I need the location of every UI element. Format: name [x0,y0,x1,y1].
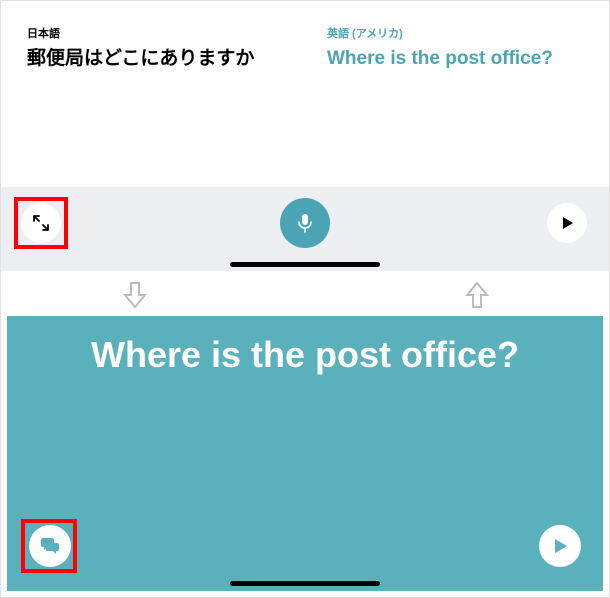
highlight-conversation-button [21,519,77,573]
play-icon [559,215,575,231]
highlight-expand-button [14,197,68,249]
arrow-down-icon [123,281,147,309]
home-indicator[interactable] [230,581,380,586]
microphone-icon [294,212,316,234]
translation-panels: 日本語 郵便局はどこにありますか 英語 (アメリカ) Where is the … [1,1,609,187]
play-icon [551,537,569,555]
fullscreen-panel: Where is the post office? [7,316,603,591]
source-language-label: 日本語 [27,25,283,41]
toolbar [1,187,609,271]
transition-arrows [1,276,610,306]
source-panel[interactable]: 日本語 郵便局はどこにありますか [7,7,303,187]
arrow-up-icon [465,281,489,309]
home-indicator[interactable] [230,262,380,267]
microphone-button[interactable] [280,198,330,248]
play-button-fullscreen[interactable] [539,525,581,567]
target-text: Where is the post office? [327,46,583,72]
play-button[interactable] [547,203,587,243]
source-text: 郵便局はどこにありますか [27,46,283,72]
fullscreen-translation-text: Where is the post office? [31,334,579,376]
target-panel[interactable]: 英語 (アメリカ) Where is the post office? [307,7,603,187]
target-language-label: 英語 (アメリカ) [327,25,583,41]
